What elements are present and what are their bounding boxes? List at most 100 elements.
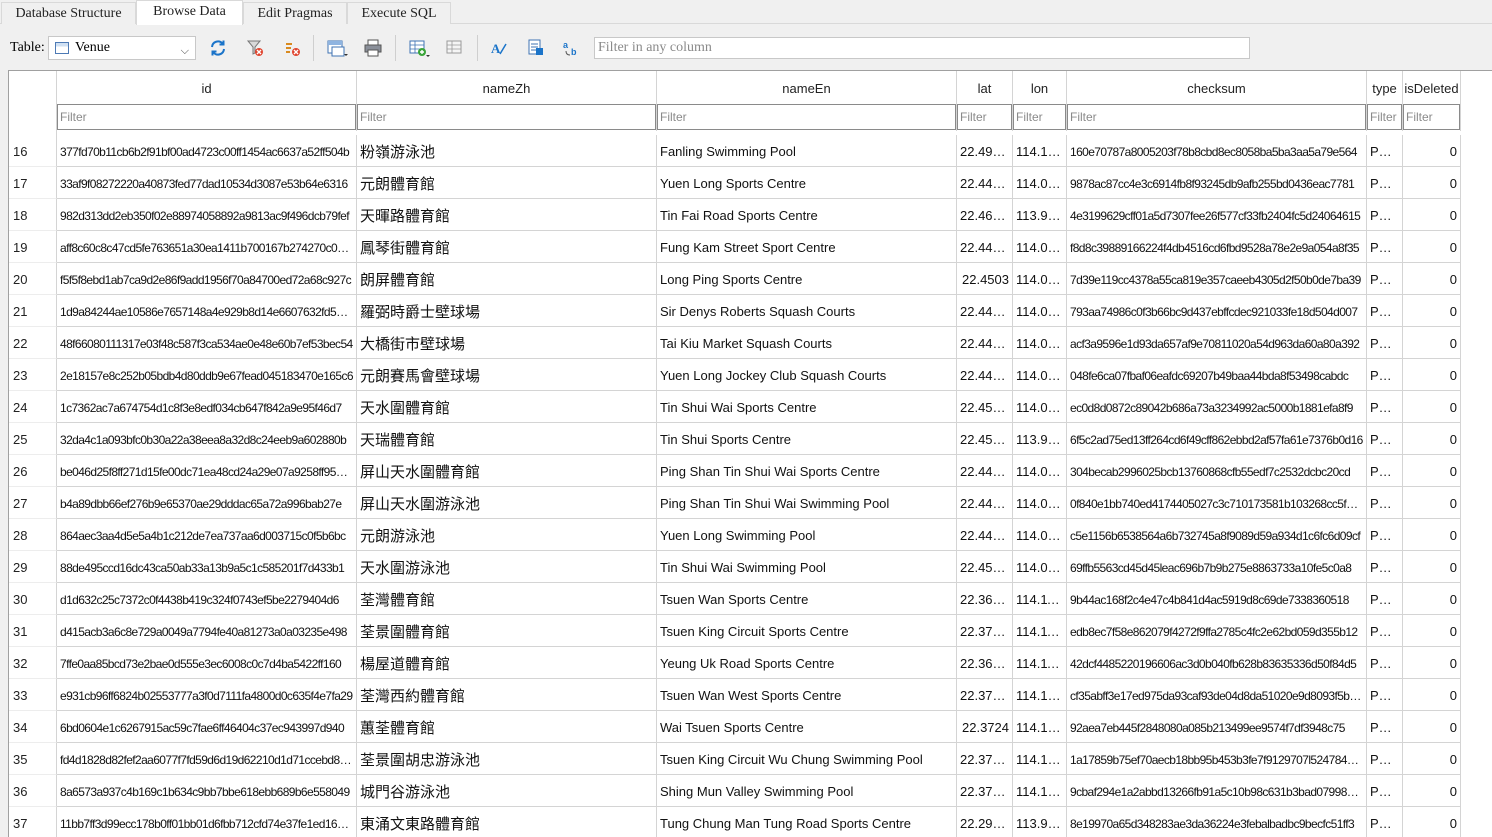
cell-checksum[interactable]: 9878ac87cc4e3c6914fb8f93245db9afb255bd04… (1067, 167, 1367, 199)
cell-lon[interactable]: 114.12254 (1013, 711, 1067, 743)
cell-nameZh[interactable]: 荃景圍體育館 (357, 615, 657, 647)
cell-type[interactable]: PSPFA (1367, 135, 1403, 167)
table-row[interactable]: 34 6bd0604e1c6267915ac59c7fae6ff46404c37e… (9, 711, 1461, 743)
cell-type[interactable]: PSPFA (1367, 487, 1403, 519)
cell-isDeleted[interactable]: 0 (1403, 647, 1461, 679)
table-row[interactable]: 29 88de495ccd16dc43ca50ab33a13b9a5c1c5852… (9, 551, 1461, 583)
cell-nameEn[interactable]: Tsuen King Circuit Sports Centre (657, 615, 957, 647)
table-row[interactable]: 35 fd4d1828d82fef2aa6077f7fd59d6d19d62210… (9, 743, 1461, 775)
cell-lat[interactable]: 22.4503 (957, 263, 1013, 295)
row-number[interactable]: 23 (9, 359, 57, 391)
cell-lon[interactable]: 114.00465 (1013, 455, 1067, 487)
cell-type[interactable]: PSPFA (1367, 711, 1403, 743)
cell-isDeleted[interactable]: 0 (1403, 359, 1461, 391)
cell-nameEn[interactable]: Tung Chung Man Tung Road Sports Centre (657, 807, 957, 837)
cell-lon[interactable]: 114.11124 (1013, 615, 1067, 647)
cell-nameZh[interactable]: 天瑞體育館 (357, 423, 657, 455)
cell-lon[interactable]: 114.10052 (1013, 679, 1067, 711)
cell-lon[interactable]: 114.02319 (1013, 263, 1067, 295)
cell-id[interactable]: 1c7362ac7a674754d1c8f3e8edf034cb647f842a… (57, 391, 357, 423)
cell-type[interactable]: PSPFA (1367, 263, 1403, 295)
column-filter-input[interactable] (1403, 104, 1460, 130)
cell-lat[interactable]: 22.45501 (957, 391, 1013, 423)
cell-nameZh[interactable]: 荃灣體育館 (357, 583, 657, 615)
row-number[interactable]: 34 (9, 711, 57, 743)
replace-icon[interactable]: ab (563, 39, 581, 57)
cell-lon[interactable]: 114.00467 (1013, 487, 1067, 519)
cell-id[interactable]: 7ffe0aa85bcd73e2bae0d555e3ec6008c0c7d4ba… (57, 647, 357, 679)
cell-nameEn[interactable]: Tsuen King Circuit Wu Chung Swimming Poo… (657, 743, 957, 775)
cell-nameZh[interactable]: 荃灣西約體育館 (357, 679, 657, 711)
row-number[interactable]: 27 (9, 487, 57, 519)
table-row[interactable]: 32 7ffe0aa85bcd73e2bae0d555e3ec6008c0c7d4… (9, 647, 1461, 679)
cell-nameEn[interactable]: Long Ping Sports Centre (657, 263, 957, 295)
cell-lat[interactable]: 22.37767 (957, 615, 1013, 647)
cell-id[interactable]: 2e18157e8c252b05bdb4d80ddb9e67fead045183… (57, 359, 357, 391)
cell-isDeleted[interactable]: 0 (1403, 295, 1461, 327)
cell-checksum[interactable]: 304becab2996025bcb13760868cfb55edf7c2532… (1067, 455, 1367, 487)
cell-nameEn[interactable]: Tin Shui Wai Sports Centre (657, 391, 957, 423)
cell-isDeleted[interactable]: 0 (1403, 423, 1461, 455)
table-row[interactable]: 30 d1d632c25c7372c0f4438b419c324f0743ef5b… (9, 583, 1461, 615)
cell-lat[interactable]: 22.46479 (957, 199, 1013, 231)
insert-record-icon[interactable] (409, 39, 430, 57)
cell-checksum[interactable]: 9cbaf294e1a2abbd13266fb91a5c10b98c631b3b… (1067, 775, 1367, 807)
cell-lon[interactable]: 114.02386 (1013, 167, 1067, 199)
clear-sort-icon[interactable] (283, 39, 301, 57)
row-number[interactable]: 26 (9, 455, 57, 487)
table-row[interactable]: 19 aff8c60c8c47cd5fe763651a30ea1411b70016… (9, 231, 1461, 263)
cell-isDeleted[interactable]: 0 (1403, 519, 1461, 551)
cell-checksum[interactable]: cf35abff3e17ed975da93caf93de04d8da51020e… (1067, 679, 1367, 711)
column-filter-input[interactable] (657, 104, 956, 130)
column-header-checksum[interactable]: checksum (1067, 71, 1367, 103)
column-filter-input[interactable] (957, 104, 1012, 130)
cell-type[interactable]: PSPFA (1367, 583, 1403, 615)
clear-filters-icon[interactable] (246, 39, 264, 57)
cell-lat[interactable]: 22.45501 (957, 551, 1013, 583)
cell-nameZh[interactable]: 羅弼時爵士壁球場 (357, 295, 657, 327)
cell-isDeleted[interactable]: 0 (1403, 743, 1461, 775)
column-header-lon[interactable]: lon (1013, 71, 1067, 103)
refresh-icon[interactable] (209, 39, 227, 57)
global-filter-input[interactable] (594, 37, 1250, 59)
table-row[interactable]: 16 377fd70b11cb6b2f91bf00ad4723c00ff1454a… (9, 135, 1461, 167)
cell-nameZh[interactable]: 荃景圍胡忠游泳池 (357, 743, 657, 775)
cell-type[interactable]: PSPFA (1367, 359, 1403, 391)
cell-nameEn[interactable]: Tin Shui Wai Swimming Pool (657, 551, 957, 583)
cell-nameEn[interactable]: Sir Denys Roberts Squash Courts (657, 295, 957, 327)
cell-lat[interactable]: 22.44737 (957, 487, 1013, 519)
cell-type[interactable]: PSPFA (1367, 679, 1403, 711)
cell-checksum[interactable]: acf3a9596e1d93da657af9e70811020a54d963da… (1067, 327, 1367, 359)
table-row[interactable]: 18 982d313dd2eb350f02e88974058892a9813ac9… (9, 199, 1461, 231)
cell-id[interactable]: d415acb3a6c8e729a0049a7794fe40a81273a0a0… (57, 615, 357, 647)
row-number[interactable]: 18 (9, 199, 57, 231)
cell-isDeleted[interactable]: 0 (1403, 327, 1461, 359)
cell-nameZh[interactable]: 鳳琴街體育館 (357, 231, 657, 263)
cell-isDeleted[interactable]: 0 (1403, 583, 1461, 615)
column-filter-input[interactable] (1367, 104, 1402, 130)
table-row[interactable]: 37 11bb7ff3d99ecc178b0ff01bb01d6fbb712cfd… (9, 807, 1461, 837)
cell-nameZh[interactable]: 城門谷游泳池 (357, 775, 657, 807)
cell-nameEn[interactable]: Tin Shui Sports Centre (657, 423, 957, 455)
delete-record-icon[interactable] (446, 39, 464, 57)
cell-lon[interactable]: 114.02263 (1013, 295, 1067, 327)
cell-lat[interactable]: 22.44689 (957, 295, 1013, 327)
cell-lon[interactable]: 114.03013 (1013, 359, 1067, 391)
table-row[interactable]: 26 be046d25f8ff271d15fe00dc71ea48cd24a29e… (9, 455, 1461, 487)
row-number[interactable]: 29 (9, 551, 57, 583)
cell-isDeleted[interactable]: 0 (1403, 263, 1461, 295)
cell-nameEn[interactable]: Tsuen Wan West Sports Centre (657, 679, 957, 711)
find-icon[interactable] (527, 39, 545, 57)
cell-lat[interactable]: 22.3724 (957, 711, 1013, 743)
cell-isDeleted[interactable]: 0 (1403, 807, 1461, 837)
cell-id[interactable]: 48f66080111317e03f48c587f3ca534ae0e48e60… (57, 327, 357, 359)
row-number[interactable]: 21 (9, 295, 57, 327)
row-number[interactable]: 25 (9, 423, 57, 455)
cell-id[interactable]: 864aec3aa4d5e5a4b1c212de7ea737aa6d003715… (57, 519, 357, 551)
cell-lon[interactable]: 114.00654 (1013, 551, 1067, 583)
row-number[interactable]: 22 (9, 327, 57, 359)
row-number[interactable]: 16 (9, 135, 57, 167)
cell-lon[interactable]: 113.99798 (1013, 423, 1067, 455)
font-icon[interactable]: A (490, 39, 508, 57)
cell-isDeleted[interactable]: 0 (1403, 679, 1461, 711)
